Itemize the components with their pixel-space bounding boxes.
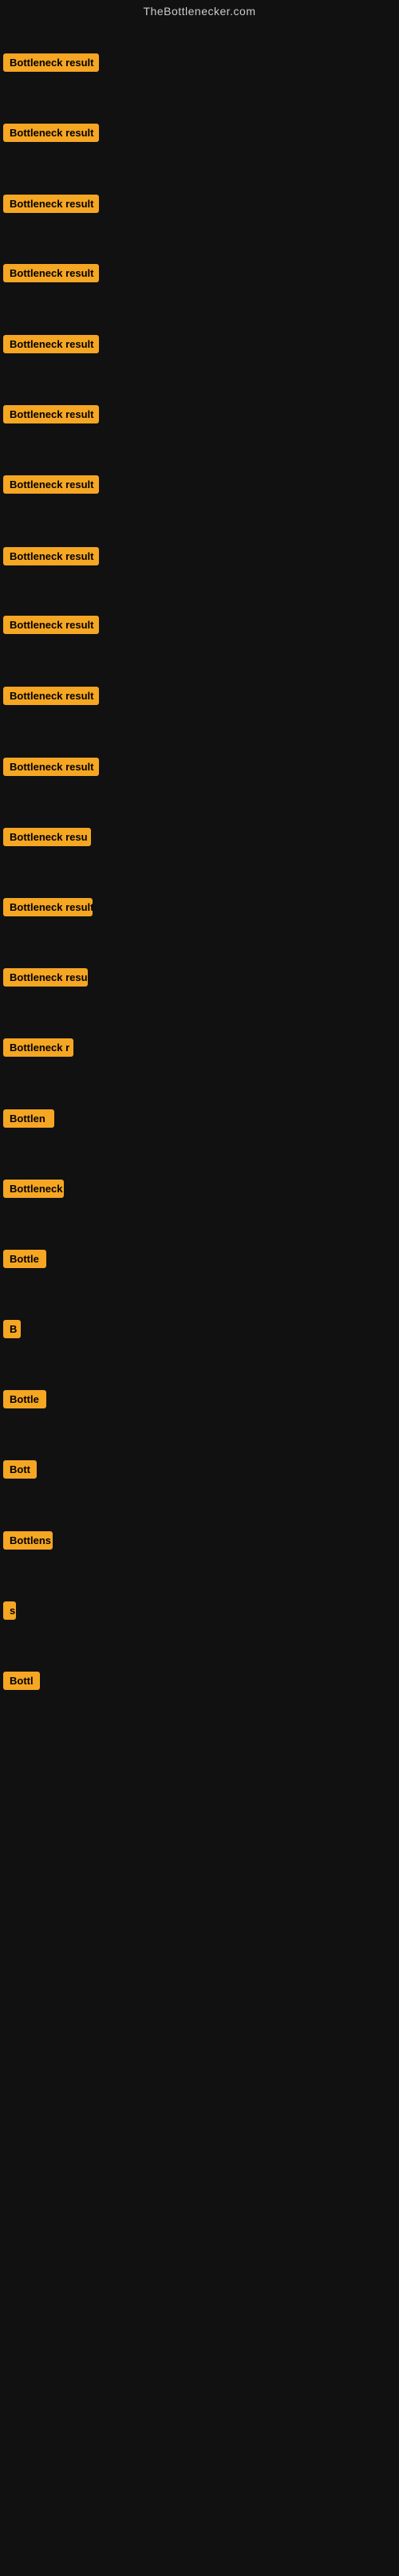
bottleneck-badge-1[interactable]: Bottleneck result — [3, 53, 99, 76]
bottleneck-badge-13[interactable]: Bottleneck result — [3, 898, 93, 920]
badge-label-22: Bottlens — [3, 1531, 53, 1550]
bottleneck-badge-7[interactable]: Bottleneck result — [3, 475, 99, 498]
bottleneck-badge-22[interactable]: Bottlens — [3, 1531, 53, 1554]
bottleneck-badge-6[interactable]: Bottleneck result — [3, 405, 99, 427]
badge-label-1: Bottleneck result — [3, 53, 99, 72]
bottleneck-badge-19[interactable]: B — [3, 1320, 21, 1342]
bottleneck-badge-21[interactable]: Bott — [3, 1460, 37, 1483]
badge-label-24: Bottl — [3, 1672, 40, 1690]
bottleneck-badge-15[interactable]: Bottleneck r — [3, 1038, 73, 1061]
bottleneck-badge-17[interactable]: Bottleneck — [3, 1180, 64, 1202]
badge-label-3: Bottleneck result — [3, 195, 99, 213]
bottleneck-badge-20[interactable]: Bottle — [3, 1390, 46, 1412]
bottleneck-badge-12[interactable]: Bottleneck resu — [3, 828, 91, 850]
bottleneck-badge-14[interactable]: Bottleneck resu — [3, 968, 88, 991]
bottleneck-badge-11[interactable]: Bottleneck result — [3, 758, 99, 780]
badge-label-2: Bottleneck result — [3, 124, 99, 142]
badge-label-20: Bottle — [3, 1390, 46, 1408]
badge-label-19: B — [3, 1320, 21, 1338]
badge-label-14: Bottleneck resu — [3, 968, 88, 987]
badge-label-9: Bottleneck result — [3, 616, 99, 634]
badge-label-15: Bottleneck r — [3, 1038, 73, 1057]
bottleneck-badge-10[interactable]: Bottleneck result — [3, 687, 99, 709]
badge-label-17: Bottleneck — [3, 1180, 64, 1198]
site-title-bar: TheBottlenecker.com — [0, 0, 399, 24]
badges-container: Bottleneck result Bottleneck result Bottle… — [0, 24, 399, 2576]
bottleneck-badge-23[interactable]: s — [3, 1601, 16, 1624]
badge-label-4: Bottleneck result — [3, 264, 99, 282]
bottleneck-badge-2[interactable]: Bottleneck result — [3, 124, 99, 146]
bottleneck-badge-3[interactable]: Bottleneck result — [3, 195, 99, 217]
bottleneck-badge-9[interactable]: Bottleneck result — [3, 616, 99, 638]
badge-label-5: Bottleneck result — [3, 335, 99, 353]
bottleneck-badge-16[interactable]: Bottlen — [3, 1109, 54, 1132]
badge-label-7: Bottleneck result — [3, 475, 99, 494]
badge-label-18: Bottle — [3, 1250, 46, 1268]
site-title: TheBottlenecker.com — [143, 0, 255, 22]
bottleneck-badge-18[interactable]: Bottle — [3, 1250, 46, 1272]
bottleneck-badge-24[interactable]: Bottl — [3, 1672, 40, 1694]
bottleneck-badge-4[interactable]: Bottleneck result — [3, 264, 99, 286]
badge-label-21: Bott — [3, 1460, 37, 1479]
badge-label-13: Bottleneck result — [3, 898, 93, 916]
badge-label-8: Bottleneck result — [3, 547, 99, 565]
badge-label-11: Bottleneck result — [3, 758, 99, 776]
badge-label-23: s — [3, 1601, 16, 1620]
bottleneck-badge-8[interactable]: Bottleneck result — [3, 547, 99, 569]
badge-label-6: Bottleneck result — [3, 405, 99, 423]
badge-label-10: Bottleneck result — [3, 687, 99, 705]
badge-label-16: Bottlen — [3, 1109, 54, 1128]
bottleneck-badge-5[interactable]: Bottleneck result — [3, 335, 99, 357]
badge-label-12: Bottleneck resu — [3, 828, 91, 846]
